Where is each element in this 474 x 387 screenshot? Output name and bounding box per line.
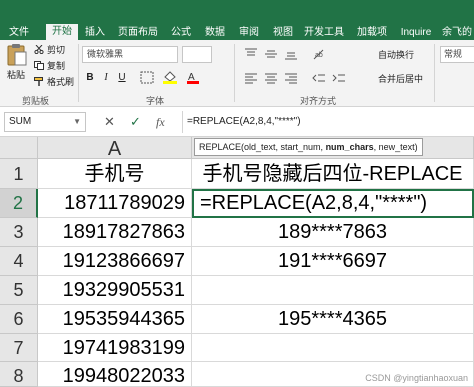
tab-data[interactable]: 数据 [200, 26, 230, 40]
tab-home[interactable]: 开始 [46, 24, 78, 40]
paste-icon[interactable] [6, 43, 28, 67]
tooltip-suffix: , new_text) [373, 142, 418, 152]
tab-addins[interactable]: 加载项 [352, 26, 392, 40]
row-header[interactable]: 8 [0, 362, 38, 387]
align-top-icon[interactable] [244, 48, 258, 60]
insert-function-button[interactable]: fx [156, 115, 165, 129]
cell-a6[interactable]: 19535944365 [38, 305, 192, 334]
cut-button[interactable]: 剪切 [34, 44, 65, 57]
copy-icon [34, 61, 44, 70]
copy-label: 复制 [47, 61, 66, 71]
watermark: CSDN @yingtianhaoxuan [365, 373, 468, 383]
function-argument-tooltip: REPLACE(old_text, start_num, num_chars, … [194, 138, 423, 156]
cell-a7[interactable]: 19741983199 [38, 334, 192, 362]
select-all-corner[interactable] [0, 137, 38, 159]
wrap-text-button[interactable]: 自动换行 [378, 48, 414, 61]
underline-button[interactable]: U [116, 70, 128, 85]
align-center-icon[interactable] [264, 72, 278, 84]
format-painter-icon [34, 77, 43, 86]
cell-b3[interactable]: 189****7863 [192, 218, 474, 247]
paste-button-label[interactable]: 粘贴 [7, 68, 25, 81]
name-box-value: SUM [9, 116, 32, 127]
ribbon-tab-bar: 文件 开始 插入 页面布局 公式 数据 审阅 视图 开发工具 加载项 Inqui… [0, 0, 474, 40]
cell-b2-editing[interactable]: =REPLACE(A2,8,4,"****") [192, 189, 474, 218]
name-box[interactable]: SUM ▼ [4, 112, 86, 132]
header-cell-b[interactable]: 手机号隐藏后四位-REPLACE [192, 159, 474, 189]
column-header-a[interactable]: A [38, 137, 192, 160]
row-header[interactable]: 2 [0, 189, 38, 218]
row-header[interactable]: 7 [0, 334, 38, 362]
cell-a5[interactable]: 19329905531 [38, 276, 192, 305]
decrease-indent-icon[interactable] [312, 72, 326, 84]
increase-indent-icon[interactable] [332, 72, 346, 84]
clipboard-group-label: 剪贴板 [22, 96, 50, 106]
cell-b5[interactable] [192, 276, 474, 305]
header-cell-a[interactable]: 手机号 [38, 159, 192, 189]
number-format-select[interactable]: 常规 [440, 46, 474, 63]
formula-input[interactable]: =REPLACE(A2,8,4,"****") [182, 111, 474, 133]
bold-button[interactable]: B [84, 70, 96, 85]
alignment-group-label: 对齐方式 [300, 96, 337, 106]
tab-account[interactable]: 余飞的 [440, 26, 474, 40]
merge-center-button[interactable]: 合并后居中 [378, 72, 423, 85]
font-group-label: 字体 [146, 96, 165, 106]
tab-formulas[interactable]: 公式 [166, 26, 196, 40]
font-color-icon[interactable]: A [186, 70, 200, 84]
group-separator [234, 44, 235, 102]
tab-review[interactable]: 审阅 [234, 26, 264, 40]
tab-insert[interactable]: 插入 [80, 26, 110, 40]
align-middle-icon[interactable] [264, 48, 278, 60]
row-header[interactable]: 1 [0, 159, 38, 189]
group-separator [78, 44, 79, 102]
cell-a2[interactable]: 18711789029 [38, 189, 192, 218]
enter-formula-button[interactable]: ✓ [130, 115, 141, 129]
tooltip-current-arg: num_chars [325, 142, 374, 152]
row-header[interactable]: 3 [0, 218, 38, 247]
tab-page-layout[interactable]: 页面布局 [114, 26, 162, 40]
worksheet-grid: A B 1 手机号 手机号隐藏后四位-REPLACE 2 18711789029… [0, 137, 474, 387]
font-size-select[interactable] [182, 46, 212, 63]
chevron-down-icon[interactable]: ▼ [73, 113, 81, 131]
cancel-formula-button[interactable]: ✕ [104, 115, 115, 129]
tab-view[interactable]: 视图 [268, 26, 298, 40]
wrap-text-label: 自动换行 [378, 50, 415, 60]
tooltip-prefix: REPLACE(old_text, start_num, [199, 142, 326, 152]
row-header[interactable]: 4 [0, 247, 38, 276]
row-header[interactable]: 5 [0, 276, 38, 305]
font-family-select[interactable]: 微软雅黑 [82, 46, 178, 63]
copy-button[interactable]: 复制 [34, 60, 65, 73]
row-header[interactable]: 6 [0, 305, 38, 334]
cell-a4[interactable]: 19123866697 [38, 247, 192, 276]
format-painter-label: 格式刷 [47, 77, 75, 87]
cell-a8[interactable]: 19948022033 [38, 362, 192, 387]
cell-b4[interactable]: 191****6697 [192, 247, 474, 276]
cut-label: 剪切 [47, 45, 66, 55]
cell-b6[interactable]: 195****4365 [192, 305, 474, 334]
tab-file[interactable]: 文件 [4, 26, 34, 40]
fill-color-icon[interactable] [162, 70, 178, 84]
format-painter-button[interactable]: 格式刷 [34, 76, 74, 89]
tab-inquire[interactable]: Inquire [396, 26, 436, 40]
svg-text:ab: ab [315, 52, 323, 59]
italic-button[interactable]: I [100, 70, 112, 85]
merge-center-label: 合并后居中 [378, 74, 424, 84]
orientation-icon[interactable]: ab [312, 48, 326, 60]
tab-developer[interactable]: 开发工具 [300, 26, 348, 40]
align-left-icon[interactable] [244, 72, 258, 84]
border-icon[interactable] [140, 71, 154, 84]
cell-b7[interactable] [192, 334, 474, 362]
cell-a3[interactable]: 18917827863 [38, 218, 192, 247]
scissors-icon [34, 45, 44, 54]
formula-bar: SUM ▼ ✕ ✓ fx =REPLACE(A2,8,4,"****") [0, 107, 474, 137]
align-bottom-icon[interactable] [284, 48, 298, 60]
align-right-icon[interactable] [284, 72, 298, 84]
group-separator [434, 44, 435, 102]
